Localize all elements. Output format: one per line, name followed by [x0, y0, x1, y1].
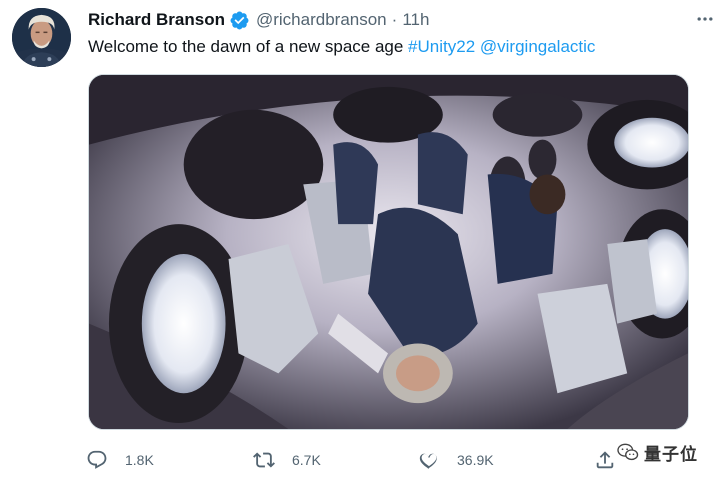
more-options-button[interactable] [693, 8, 717, 30]
header-separator: · [391, 10, 398, 29]
watermark-text: 量子位 [644, 444, 698, 465]
tweet-header: Richard Branson @richardbranson · 11h [88, 9, 429, 31]
author-handle[interactable]: @richardbranson [256, 10, 387, 30]
retweet-icon [253, 452, 275, 468]
wechat-logo-icon [617, 443, 639, 461]
avatar-image [12, 8, 71, 67]
author-name[interactable]: Richard Branson [88, 10, 225, 30]
share-button[interactable] [594, 447, 616, 473]
tweet-media-image[interactable] [88, 74, 689, 430]
watermark: 量子位 [617, 440, 698, 465]
retweet-count: 6.7K [292, 452, 321, 468]
verified-badge-icon [229, 10, 250, 31]
reply-button[interactable]: 1.8K [86, 447, 154, 473]
like-button[interactable]: 36.9K [418, 447, 494, 473]
avatar[interactable] [12, 8, 71, 67]
spacecraft-cabin-photo [89, 75, 688, 429]
mention-link[interactable]: @virgingalactic [480, 37, 596, 56]
tweet: Richard Branson @richardbranson · 11h We… [0, 0, 727, 480]
tweet-actions: 1.8K 6.7K 36.9K [86, 447, 646, 473]
retweet-button[interactable]: 6.7K [253, 447, 321, 473]
like-count: 36.9K [457, 452, 494, 468]
reply-count: 1.8K [125, 452, 154, 468]
reply-icon [87, 450, 107, 469]
share-icon [596, 451, 614, 469]
tweet-timestamp[interactable]: 11h [402, 10, 429, 30]
tweet-body-text: Welcome to the dawn of a new space age [88, 37, 409, 56]
tweet-text: Welcome to the dawn of a new space age #… [88, 37, 595, 61]
heart-icon [419, 453, 437, 469]
hashtag-link[interactable]: #Unity22 [408, 37, 475, 56]
more-horizontal-icon [697, 17, 713, 21]
